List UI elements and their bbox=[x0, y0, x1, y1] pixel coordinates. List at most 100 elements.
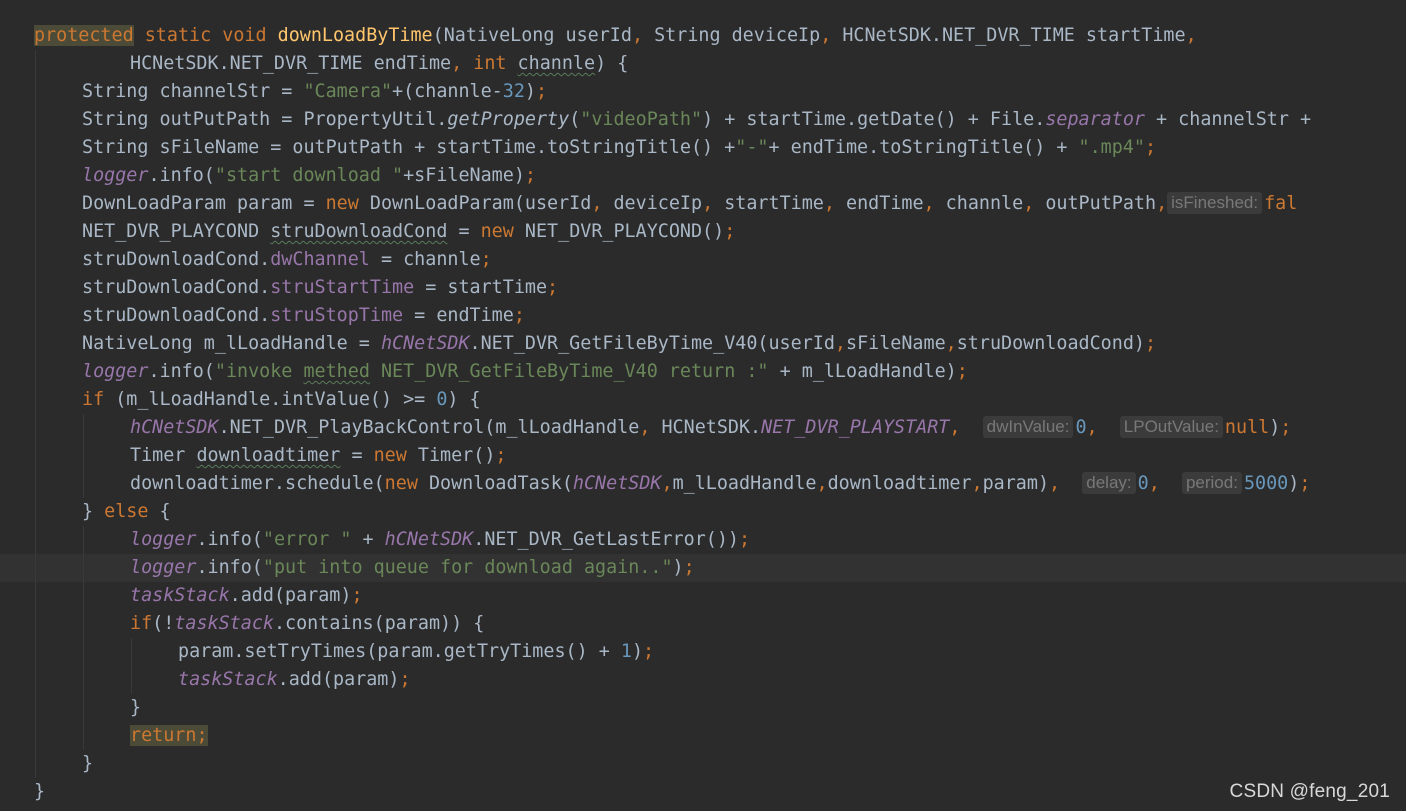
token: downloadtimer bbox=[196, 445, 341, 466]
watermark: CSDN @feng_201 bbox=[1229, 781, 1390, 802]
code-line-14[interactable]: if (m_lLoadHandle.intValue() >= 0) { bbox=[0, 386, 1406, 414]
code-line-4[interactable]: String outPutPath = PropertyUtil.getProp… bbox=[0, 106, 1406, 134]
code-line-24[interactable]: taskStack.add(param); bbox=[0, 666, 1406, 694]
indent-guide bbox=[83, 442, 84, 470]
token: hCNetSDK bbox=[380, 333, 470, 354]
indent-guide bbox=[83, 526, 84, 554]
indent-guide bbox=[35, 610, 36, 638]
token: .add(param) bbox=[277, 669, 400, 690]
code-line-25[interactable]: } bbox=[0, 694, 1406, 722]
code-line-19[interactable]: logger.info("error " + hCNetSDK.NET_DVR_… bbox=[0, 526, 1406, 554]
code-line-13[interactable]: logger.info("invoke methed NET_DVR_GetFi… bbox=[0, 358, 1406, 386]
token: .info( bbox=[148, 165, 215, 186]
token: 0 bbox=[436, 389, 448, 410]
token: { bbox=[148, 501, 171, 522]
token: 0 bbox=[1075, 417, 1087, 438]
code-line-21[interactable]: taskStack.add(param); bbox=[0, 582, 1406, 610]
token: = channle bbox=[369, 249, 481, 270]
code-line-3[interactable]: String channelStr = "Camera"+(channle-32… bbox=[0, 78, 1406, 106]
token: void bbox=[222, 25, 267, 46]
code-line-1[interactable]: protected static void downLoadByTime(Nat… bbox=[0, 22, 1406, 50]
code-line-28[interactable]: } bbox=[0, 778, 1406, 806]
indent-guide bbox=[35, 358, 36, 386]
token: logger bbox=[130, 557, 197, 578]
token: .NET_DVR_PlayBackControl(m_lLoadHandle bbox=[218, 417, 640, 438]
indent-guide bbox=[35, 274, 36, 302]
token: Timer bbox=[130, 445, 197, 466]
token: , bbox=[591, 193, 603, 214]
code-line-23[interactable]: param.setTryTimes(param.getTryTimes() + … bbox=[0, 638, 1406, 666]
token: ; bbox=[399, 669, 411, 690]
code-line-22[interactable]: if(!taskStack.contains(param)) { bbox=[0, 610, 1406, 638]
code-line-15[interactable]: hCNetSDK.NET_DVR_PlayBackControl(m_lLoad… bbox=[0, 414, 1406, 442]
token: Timer() bbox=[406, 445, 496, 466]
code-line-16[interactable]: Timer downloadtimer = new Timer(); bbox=[0, 442, 1406, 470]
token: deviceIp bbox=[602, 193, 703, 214]
token: ) { bbox=[447, 389, 481, 410]
token: +sFileName) bbox=[403, 165, 525, 186]
token: ) bbox=[672, 557, 684, 578]
token: endTime bbox=[834, 193, 924, 214]
token: taskStack bbox=[178, 669, 278, 690]
token: ( bbox=[569, 109, 581, 130]
parameter-hint: LPOutValue: bbox=[1119, 416, 1223, 438]
code-line-2[interactable]: HCNetSDK.NET_DVR_TIME endTime, int chann… bbox=[0, 50, 1406, 78]
token: = startTime bbox=[414, 277, 548, 298]
token: .info( bbox=[196, 557, 263, 578]
token: methed bbox=[303, 361, 370, 382]
code-line-5[interactable]: String sFileName = outPutPath + startTim… bbox=[0, 134, 1406, 162]
token: + channelStr + bbox=[1144, 109, 1323, 130]
code-line-18[interactable]: } else { bbox=[0, 498, 1406, 526]
code-line-26[interactable]: return; bbox=[0, 722, 1406, 750]
token: , bbox=[639, 417, 651, 438]
token: ; bbox=[738, 529, 751, 550]
token: "start download " bbox=[214, 165, 404, 186]
token: ) bbox=[1288, 473, 1300, 494]
token: .info( bbox=[148, 361, 215, 382]
token: dwChannel bbox=[270, 249, 370, 270]
code-line-27[interactable]: } bbox=[0, 750, 1406, 778]
code-line-12[interactable]: NativeLong m_lLoadHandle = hCNetSDK.NET_… bbox=[0, 330, 1406, 358]
token: ) + startTime.getDate() + File. bbox=[702, 109, 1046, 130]
token: ; bbox=[1144, 137, 1157, 158]
code-line-6[interactable]: logger.info("start download "+sFileName)… bbox=[0, 162, 1406, 190]
token: } bbox=[82, 753, 94, 774]
parameter-hint: dwInValue: bbox=[982, 416, 1074, 438]
token: logger bbox=[130, 529, 197, 550]
token: struDownloadCond bbox=[270, 221, 448, 242]
indent-guide bbox=[35, 134, 36, 162]
indent-guide bbox=[35, 218, 36, 246]
code-line-17[interactable]: downloadtimer.schedule(new DownloadTask(… bbox=[0, 470, 1406, 498]
token: , bbox=[1148, 473, 1160, 494]
token: if bbox=[82, 389, 105, 410]
token: channle bbox=[517, 53, 596, 74]
code-line-7[interactable]: DownLoadParam param = new DownLoadParam(… bbox=[0, 190, 1406, 218]
token: "error " bbox=[262, 529, 352, 550]
code-line-8[interactable]: NET_DVR_PLAYCOND struDownloadCond = new … bbox=[0, 218, 1406, 246]
code-line-20[interactable]: logger.info("put into queue for download… bbox=[0, 554, 1406, 582]
token: ) bbox=[1269, 417, 1281, 438]
token: , bbox=[702, 193, 714, 214]
token: NET_DVR_PLAYCOND() bbox=[513, 221, 725, 242]
token: NET_DVR_GetFileByTime_V40 return :" bbox=[369, 361, 769, 382]
indent-guide bbox=[35, 694, 36, 722]
code-line-9[interactable]: struDownloadCond.dwChannel = channle; bbox=[0, 246, 1406, 274]
token: fal bbox=[1264, 193, 1298, 214]
token: param) bbox=[982, 473, 1050, 494]
token: DownloadTask( bbox=[417, 473, 573, 494]
indent-guide bbox=[35, 302, 36, 330]
token: ; bbox=[643, 641, 655, 662]
indent-guide bbox=[35, 190, 36, 218]
code-line-10[interactable]: struDownloadCond.struStartTime = startTi… bbox=[0, 274, 1406, 302]
token: ; bbox=[196, 725, 208, 746]
code-line-11[interactable]: struDownloadCond.struStopTime = endTime; bbox=[0, 302, 1406, 330]
indent-guide bbox=[131, 638, 132, 666]
code-editor[interactable]: protected static void downLoadByTime(Nat… bbox=[0, 0, 1406, 811]
